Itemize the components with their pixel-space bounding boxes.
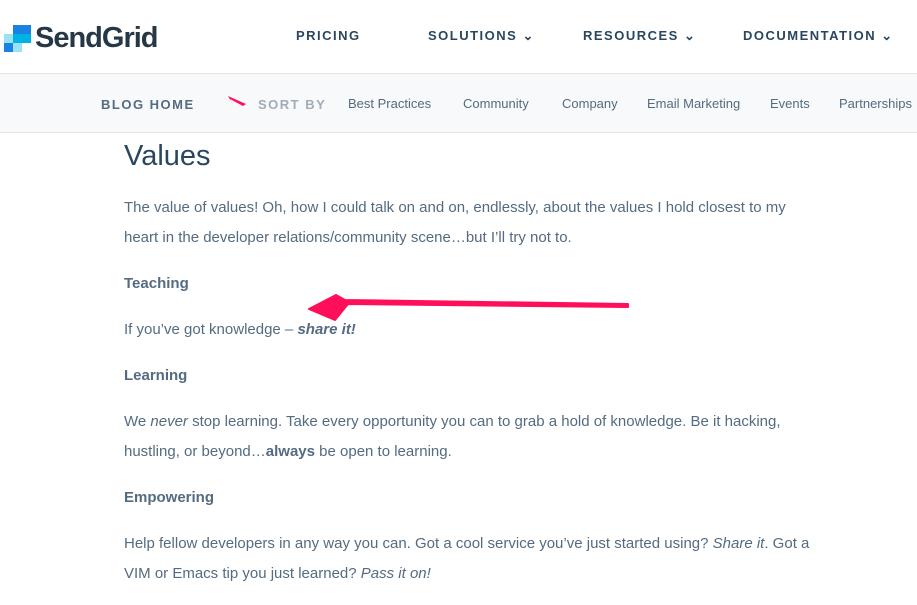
emphasis: Pass it on! <box>360 565 431 582</box>
logo-text: SendGrid <box>35 22 159 54</box>
nav-label: RESOURCES <box>583 28 679 43</box>
heading-teaching: Teaching <box>124 275 189 292</box>
chevron-down-icon: ⌄ <box>881 28 894 43</box>
category-events[interactable]: Events <box>770 96 810 111</box>
chevron-down-icon: ⌄ <box>683 28 697 43</box>
teaching-paragraph: If you’ve got knowledge – share it! <box>124 315 824 345</box>
nav-solutions[interactable]: SOLUTIONS ⌄ <box>428 28 535 44</box>
nav-label: SOLUTIONS <box>428 28 518 43</box>
learning-paragraph: We never stop learning. Take every oppor… <box>124 407 824 467</box>
text: Help fellow developers in any way you ca… <box>124 535 713 552</box>
category-community[interactable]: Community <box>463 96 529 111</box>
intro-paragraph: The value of values! Oh, how I could tal… <box>124 199 786 246</box>
nav-pricing[interactable]: PRICING <box>296 28 361 43</box>
category-company[interactable]: Company <box>562 96 618 111</box>
blog-subnav: BLOG HOME SORT BY Best Practices Communi… <box>0 74 917 133</box>
category-best-practices[interactable]: Best Practices <box>348 96 431 111</box>
heading-empowering: Empowering <box>124 489 215 506</box>
nav-label: DOCUMENTATION <box>743 28 877 43</box>
heading-learning: Learning <box>124 367 188 384</box>
article-body: Values The value of values! Oh, how I co… <box>124 140 824 589</box>
bold-text: always <box>265 443 315 460</box>
chevron-down-icon: ⌄ <box>522 28 535 43</box>
nav-resources[interactable]: RESOURCES ⌄ <box>583 28 696 44</box>
emphasis: Share it <box>712 535 765 552</box>
text: We <box>124 413 151 430</box>
blog-home-link[interactable]: BLOG HOME <box>101 97 195 112</box>
top-header: SendGrid PRICING SOLUTIONS ⌄ RESOURCES ⌄… <box>0 0 917 74</box>
nav-documentation[interactable]: DOCUMENTATION ⌄ <box>743 28 894 44</box>
logo-mark-icon <box>4 25 31 52</box>
category-email-marketing[interactable]: Email Marketing <box>647 96 740 111</box>
article-title: Values <box>124 140 211 172</box>
text: If you’ve got knowledge – <box>124 321 298 338</box>
category-partnerships[interactable]: Partnerships <box>839 96 912 111</box>
emphasis: never <box>150 413 188 430</box>
sendgrid-logo[interactable]: SendGrid <box>4 22 159 55</box>
text: stop learning. Take every opportunity yo… <box>124 413 781 460</box>
empowering-paragraph: Help fellow developers in any way you ca… <box>124 529 824 589</box>
text: be open to learning. <box>314 443 452 460</box>
emphasis: share it! <box>297 321 356 338</box>
sort-by-label: SORT BY <box>258 97 327 112</box>
